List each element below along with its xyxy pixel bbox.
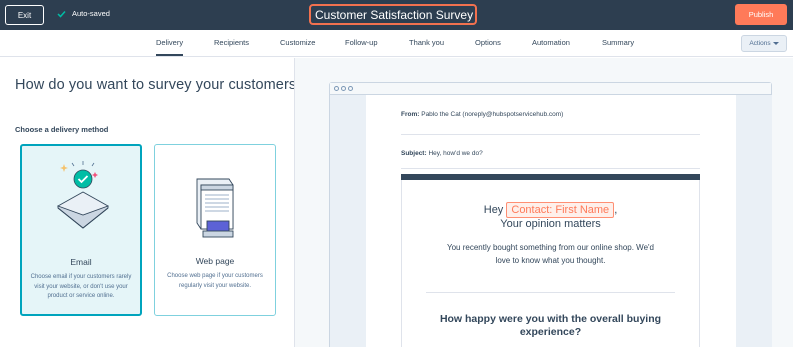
tab-bar: Delivery Recipients Customize Follow-up … [0,30,793,57]
email-subject-line: Subject: Hey, how'd we do? [401,150,483,157]
tab-automation[interactable]: Automation [532,38,570,47]
email-heading: Your opinion matters [500,218,601,230]
delivery-question: How do you want to survey your customers… [15,77,305,93]
preview-left-margin [330,95,366,347]
divider [426,292,675,293]
email-envelope-icon [57,161,109,229]
tab-customize[interactable]: Customize [280,38,315,47]
survey-title-field[interactable]: Customer Satisfaction Survey [309,4,477,25]
divider [401,168,700,169]
personalization-token[interactable]: Contact: First Name [506,202,615,218]
from-value: Pablo the Cat (noreply@hubspotservicehub… [421,111,564,118]
autosave-status: Auto-saved [57,9,110,18]
window-dot-icon [334,86,339,91]
window-dot-icon [341,86,346,91]
web-page-delivery-card[interactable]: Web page Choose web page if your custome… [154,144,276,316]
caret-down-icon [772,41,779,45]
email-intro-text: You recently bought something from our o… [447,243,654,265]
tab-follow-up[interactable]: Follow-up [345,38,378,47]
greeting-text: Hey [483,204,504,216]
web-page-card-description: Choose web page if your customers regula… [167,273,263,289]
web-page-card-title: Web page [195,256,235,266]
delivery-panel: How do you want to survey your customers… [0,58,304,347]
email-card-description: Choose email if your customers rarely vi… [30,274,132,299]
survey-title: Customer Satisfaction Survey [315,7,474,22]
actions-label: Actions [749,40,771,47]
exit-button[interactable]: Exit [5,5,44,25]
greeting-comma: , [614,204,618,216]
email-delivery-card[interactable]: Email Choose email if your customers rar… [20,144,142,316]
subject-value: Hey, how'd we do? [428,150,483,157]
from-label: From: [401,111,420,118]
checkmark-icon [57,10,66,18]
tab-delivery[interactable]: Delivery [156,38,184,56]
tab-summary[interactable]: Summary [602,38,634,47]
choose-method-label: Choose a delivery method [15,125,109,134]
preview-window-bar [330,83,771,95]
tab-thank-you[interactable]: Thank you [409,38,444,47]
divider [401,134,700,135]
tab-options[interactable]: Options [475,38,501,47]
window-dot-icon [348,86,353,91]
email-from-line: From: Pablo the Cat (noreply@hubspotserv… [401,111,563,118]
publish-button[interactable]: Publish [735,4,787,25]
survey-question-heading: How happy were you with the overall buyi… [439,313,662,338]
actions-button[interactable]: Actions [741,35,787,52]
web-page-icon [196,178,234,238]
top-bar: Exit Auto-saved Customer Satisfaction Su… [0,0,793,30]
email-card-title: Email [70,257,92,267]
autosave-label: Auto-saved [72,9,110,18]
tab-recipients[interactable]: Recipients [214,38,249,47]
email-greeting: Hey Contact: First Name, [401,202,700,218]
subject-label: Subject: [401,150,427,157]
preview-right-margin [736,95,772,347]
